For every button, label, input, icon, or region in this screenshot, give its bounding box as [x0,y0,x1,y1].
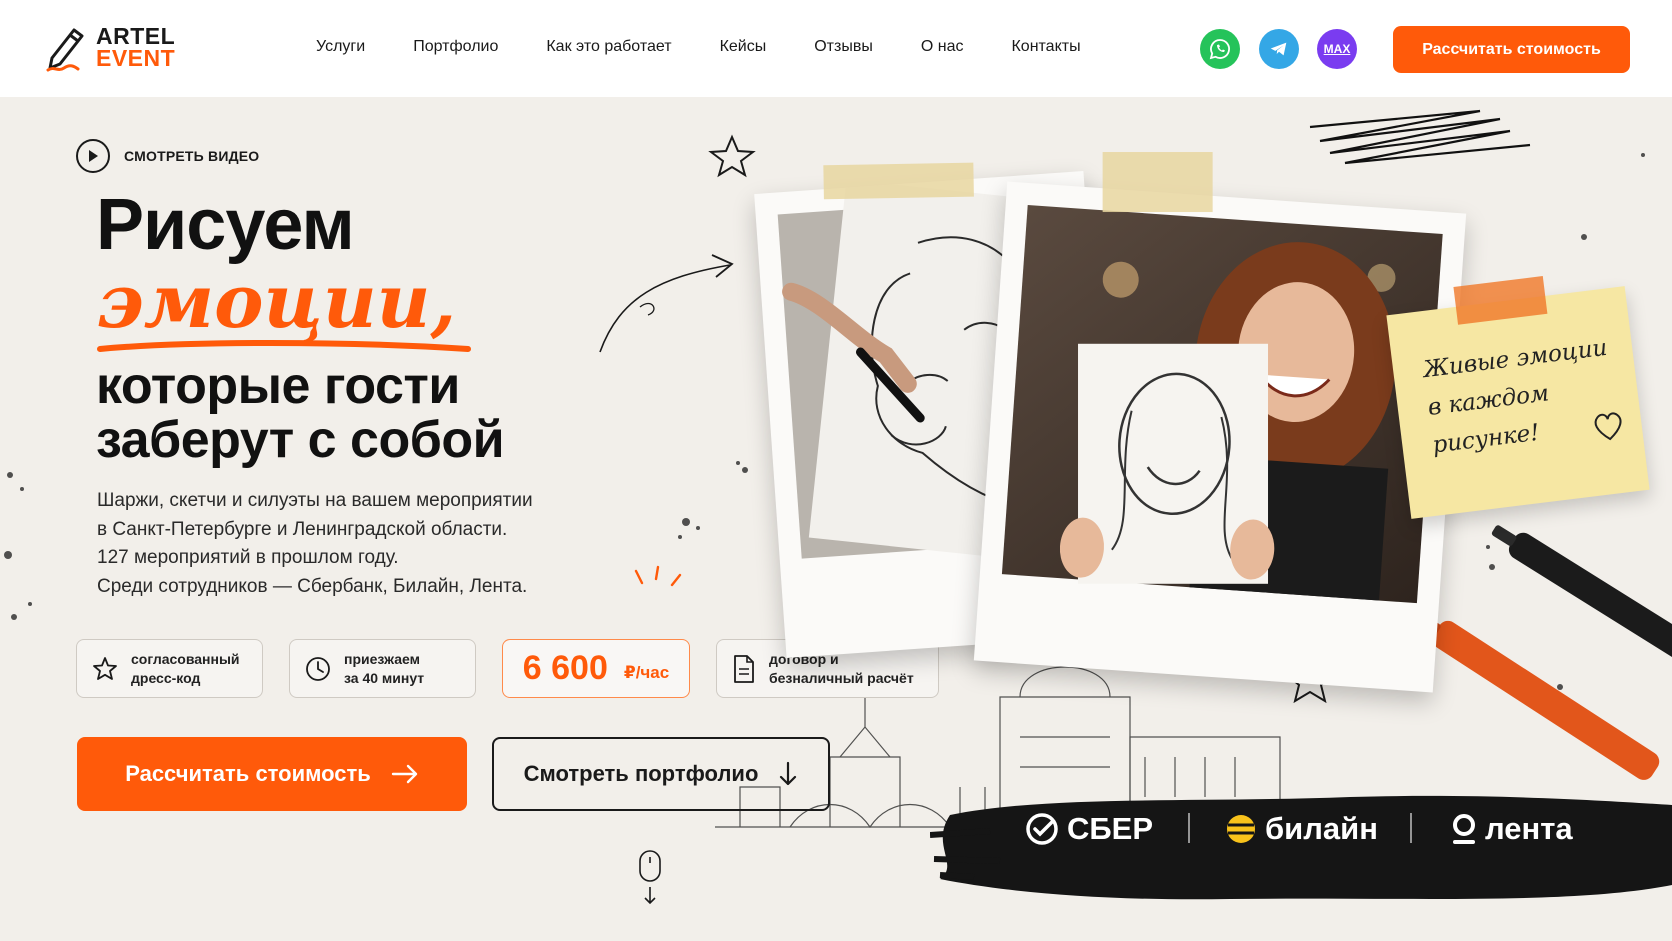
telegram-icon [1270,42,1287,56]
logo[interactable]: ARTEL EVENT [44,22,175,72]
hero-title-accent: эмоции, [96,259,457,345]
nav-item-services[interactable]: Услуги [316,38,365,56]
calculate-cost-button[interactable]: Рассчитать стоимость [77,737,467,811]
chip-price: 6 600 ₽/час [502,639,690,698]
lead-line: в Санкт-Петербурге и Ленинградской облас… [97,518,508,540]
price-value: 6 600 [522,649,608,687]
calculate-cost-label: Рассчитать стоимость [125,761,371,786]
clients-brush-strip [930,795,1672,900]
client-name: СБЕР [1067,811,1154,846]
nav-item-portfolio[interactable]: Портфолио [413,38,498,56]
lead-line: Шаржи, скетчи и силуэты на вашем меропри… [97,490,533,511]
pen-logo-icon [46,28,84,72]
chip-dress-code: согласованный дресс-код [76,639,263,698]
lenta-logo-icon [1453,814,1475,844]
whatsapp-button[interactable] [1200,29,1240,69]
nav-item-how-it-works[interactable]: Как это работает [546,38,671,56]
beeline-logo-icon [1227,815,1255,843]
photo-woman-with-portrait [973,152,1467,693]
logo-text: ARTEL EVENT [96,23,176,71]
mouse-scroll-icon [639,850,661,905]
arrow-right-icon [391,764,417,784]
sticky-note: Живые эмоции в каждом рисунке! [1386,276,1650,519]
view-portfolio-button[interactable]: Смотреть портфолио [492,737,830,811]
whatsapp-icon [1209,39,1230,60]
client-divider [1410,813,1412,843]
nav-item-contacts[interactable]: Контакты [1011,38,1080,56]
tape-decoration [823,162,974,200]
heart-icon [1594,412,1622,441]
tape-decoration [1102,152,1213,213]
arrow-down-icon [780,761,797,786]
chip-line: приезжаем [344,650,421,667]
client-beeline: билайн [1225,811,1378,847]
view-portfolio-label: Смотреть портфолио [523,761,759,786]
nav-item-cases[interactable]: Кейсы [720,38,767,56]
document-icon [734,654,754,683]
nav-item-reviews[interactable]: Отзывы [814,38,873,56]
client-name: билайн [1265,811,1378,846]
logo-line2: EVENT [96,45,176,71]
logo-line1: ARTEL [96,23,176,49]
chip-arrival-text: приезжаем за 40 минут [344,650,424,688]
watch-video-label: СМОТРЕТЬ ВИДЕО [124,148,260,164]
watch-video-link[interactable]: СМОТРЕТЬ ВИДЕО [76,139,259,173]
chip-line: безналичный расчёт [769,669,914,686]
header-calculate-button[interactable]: Рассчитать стоимость [1393,26,1630,73]
client-name: лента [1485,811,1573,846]
hero-section: СМОТРЕТЬ ВИДЕО Рисуем эмоции, которые го… [0,97,1672,941]
chip-line: за 40 минут [344,669,425,686]
star-icon [93,656,117,680]
max-button[interactable]: MAX [1317,29,1357,69]
sticky-note-text: Живые эмоции в каждом рисунке! [1421,329,1619,465]
hero-lead: Шаржи, скетчи и силуэты на вашем меропри… [97,487,533,601]
chip-dress-code-text: согласованный дресс-код [131,650,240,688]
nav-item-about[interactable]: О нас [921,38,964,56]
chip-arrival: приезжаем за 40 минут [289,639,476,698]
max-icon: MAX [1323,42,1351,56]
play-icon [76,139,110,173]
site-header: ARTEL EVENT Услуги Портфолио Как это раб… [0,0,1672,97]
client-lenta: лента [1451,811,1573,847]
main-nav: Услуги Портфолио Как это работает Кейсы … [316,38,1081,56]
accent-underline [97,340,471,352]
chip-line: дресс-код [131,669,201,686]
lead-line: Среди сотрудников — Сбербанк, Билайн, Ле… [97,575,528,597]
telegram-button[interactable] [1259,29,1299,69]
woman-portrait-photo-image [1001,205,1443,604]
client-divider [1188,813,1190,843]
chip-line: согласованный [131,650,240,667]
hero-title-rest: которые гости заберут с собой [96,357,505,469]
clock-icon [306,656,330,681]
lead-line: 127 мероприятий в прошлом году. [97,547,399,568]
hero-title-line4: заберут с собой [96,411,505,469]
price-unit: ₽/час [623,662,670,682]
sber-logo-icon [1026,813,1058,845]
client-sber: СБЕР [1025,811,1153,847]
hero-title-line1: Рисуем [96,185,355,265]
hero-title-line3: которые гости [96,357,460,415]
